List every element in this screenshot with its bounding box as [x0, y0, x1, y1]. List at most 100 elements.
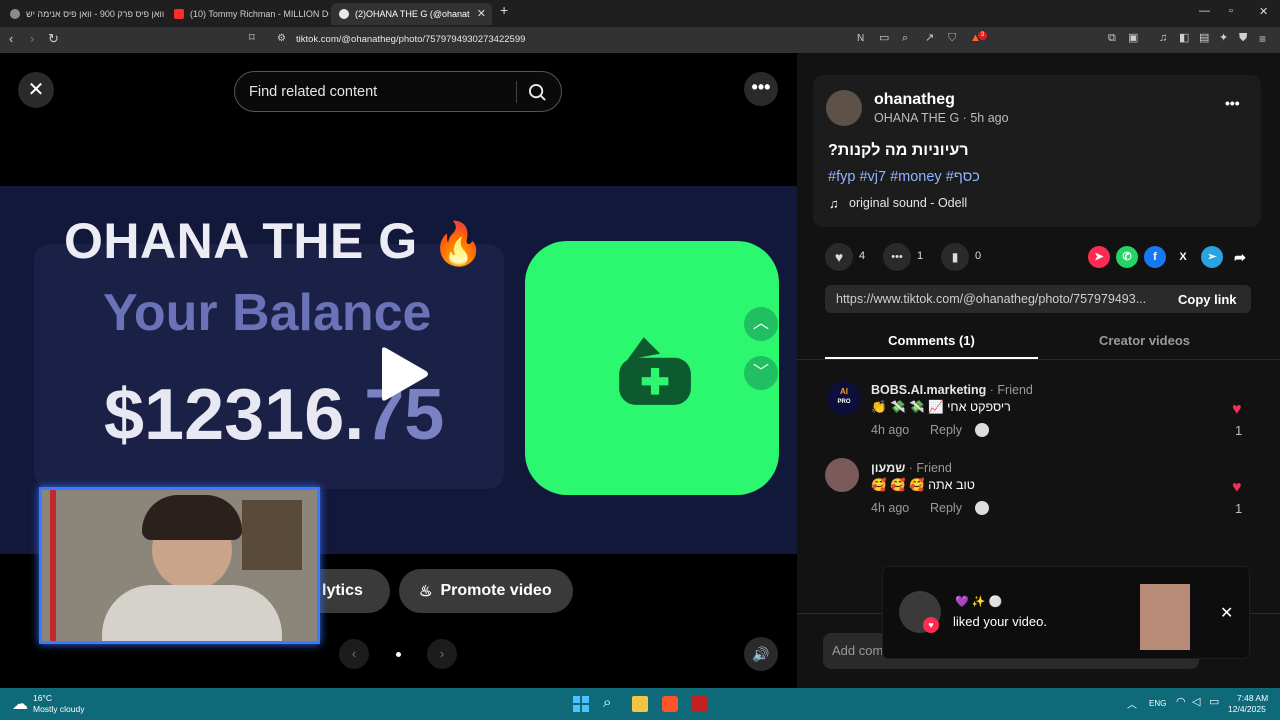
photo-balance-label: Your Balance — [103, 284, 432, 342]
sidebar-icon[interactable]: ◧ — [1179, 33, 1189, 44]
facebook-icon[interactable]: f — [1144, 246, 1166, 268]
promote-video-button[interactable]: ♨ Promote video — [399, 569, 573, 613]
new-tab-icon[interactable]: + — [500, 2, 508, 18]
start-icon[interactable] — [573, 696, 589, 712]
taskbar-search-icon[interactable]: ⌕ — [603, 694, 611, 711]
close-viewer-icon[interactable]: ✕ — [18, 72, 54, 108]
bookmark-icon[interactable]: ⌑ — [249, 33, 255, 44]
hashtag-vj7[interactable]: #vj7 — [859, 169, 886, 185]
leo-ai-icon[interactable]: ✦ — [1219, 33, 1228, 44]
username[interactable]: ohanatheg — [874, 91, 955, 109]
wallet-plus-icon — [619, 337, 691, 405]
telegram-icon[interactable]: ➢ — [1201, 246, 1223, 268]
tab-comments[interactable]: Comments (1) — [825, 333, 1038, 359]
browser-tab-bar: וואן פיס פרק 900 - וואן פיס אנימה יש (10… — [0, 0, 1280, 27]
more-options-icon[interactable]: ••• — [744, 72, 778, 106]
save-count: 0 — [975, 250, 982, 262]
search-input[interactable]: Find related content — [234, 71, 562, 112]
like-icon[interactable]: ♥ — [825, 243, 853, 271]
file-explorer-icon[interactable] — [632, 696, 648, 712]
like-notification[interactable]: ♥ 💜 ✨ ⚪ liked your video. ✕ — [882, 566, 1250, 659]
comment-icon[interactable]: ••• — [883, 243, 911, 271]
vpn-icon[interactable]: ⛊ — [1239, 33, 1247, 44]
close-tab-icon[interactable]: ✕ — [477, 7, 486, 20]
next-post-icon[interactable]: ﹀ — [744, 356, 778, 390]
comment-item: שמעון · Friend טוב אתה 🥰 🥰 🥰 4h ago Repl… — [797, 453, 1280, 523]
hashtag-fyp[interactable]: #fyp — [828, 169, 855, 185]
weather-temp: 16°C — [33, 693, 52, 703]
back-icon[interactable]: ‹ — [9, 32, 13, 45]
reload-icon[interactable]: ↻ — [48, 32, 59, 45]
wallet-app-logo — [525, 241, 779, 495]
reply-button[interactable]: Reply — [930, 501, 962, 515]
comment-avatar[interactable] — [825, 458, 859, 492]
copy-link-button[interactable]: Copy link — [1178, 292, 1237, 307]
extensions-icon[interactable]: ⧉ — [1108, 33, 1116, 44]
post-more-icon[interactable]: ••• — [1225, 95, 1240, 111]
photo-indicator-dot — [396, 652, 401, 657]
globe-icon — [10, 9, 20, 19]
comment-avatar[interactable]: AI PRO — [827, 381, 861, 415]
volume-tray-icon[interactable]: ◁ — [1192, 695, 1200, 708]
play-icon[interactable] — [378, 346, 430, 402]
comment-like-icon[interactable]: ♥ — [1232, 479, 1242, 497]
post-caption: רעיוניות מה לקנות? — [828, 142, 969, 159]
avatar[interactable] — [826, 90, 862, 126]
repost-icon[interactable]: ➤ — [1088, 246, 1110, 268]
x-icon[interactable]: X — [1172, 246, 1194, 268]
tab-creator-videos[interactable]: Creator videos — [1038, 333, 1251, 359]
video-app-icon[interactable] — [691, 696, 707, 712]
close-notification-icon[interactable]: ✕ — [1220, 603, 1233, 623]
tabs-divider — [797, 359, 1280, 360]
forward-icon[interactable]: › — [30, 32, 34, 45]
share-page-icon[interactable]: ↗ — [925, 33, 934, 44]
next-photo-icon[interactable]: › — [427, 639, 457, 669]
wallet-icon[interactable]: ▣ — [1128, 33, 1138, 44]
menu-icon[interactable]: ≡ — [1259, 33, 1266, 45]
brave-shield-icon[interactable]: ⛉ — [948, 33, 956, 44]
search-icon[interactable] — [528, 83, 547, 102]
tab-one-piece[interactable]: וואן פיס פרק 900 - וואן פיס אנימה יש — [2, 3, 164, 25]
share-icon[interactable]: ➦ — [1229, 246, 1251, 268]
prev-photo-icon[interactable]: ‹ — [339, 639, 369, 669]
tray-chevron-icon[interactable]: ︿ — [1127, 696, 1137, 711]
language-indicator[interactable]: ENG — [1149, 699, 1166, 708]
comment-text: טוב אתה 🥰 🥰 🥰 — [871, 478, 975, 492]
media-icon[interactable]: ♫ — [1159, 33, 1167, 44]
volume-icon[interactable]: 🔊 — [744, 637, 778, 671]
like-count: 4 — [859, 250, 866, 262]
window-close-icon[interactable]: ✕ — [1259, 5, 1268, 18]
comment-author[interactable]: BOBS.AI.marketing · Friend — [871, 381, 1033, 399]
hashtag-kesef[interactable]: #כסף — [946, 169, 980, 185]
tab-youtube[interactable]: (10) Tommy Richman - MILLION DOL — [166, 3, 329, 25]
minimize-icon[interactable]: — — [1199, 5, 1210, 17]
creator-liked-icon — [975, 501, 989, 515]
post-link[interactable]: https://www.tiktok.com/@ohanatheg/photo/… — [836, 292, 1146, 306]
zoom-icon[interactable]: ⌕ — [902, 33, 908, 44]
restore-icon[interactable]: ▫ — [1229, 5, 1233, 17]
comment-like-icon[interactable]: ♥ — [1232, 401, 1242, 419]
weather-desc: Mostly cloudy — [33, 704, 85, 714]
site-info-icon[interactable]: ⚙ — [277, 34, 286, 44]
weather-icon[interactable]: ☁ — [12, 694, 28, 714]
cast-icon[interactable]: ▭ — [879, 33, 889, 44]
brave-browser-icon[interactable] — [662, 696, 678, 712]
wifi-icon[interactable]: ◠ — [1176, 695, 1186, 708]
hashtag-money[interactable]: #money — [890, 169, 942, 185]
battery-icon[interactable]: ▭ — [1209, 695, 1219, 708]
wallet2-icon[interactable]: ▤ — [1199, 33, 1209, 44]
clock-time[interactable]: 7:48 AM — [1237, 693, 1268, 703]
notification-text: liked your video. — [953, 614, 1047, 629]
reply-button[interactable]: Reply — [930, 423, 962, 437]
sound-name[interactable]: original sound - Odell — [849, 196, 967, 210]
clock-date[interactable]: 12/4/2025 — [1228, 704, 1266, 714]
tab-tiktok[interactable]: (2)OHANA THE G (@ohanatheg) ✕ — [331, 3, 492, 25]
whatsapp-icon[interactable]: ✆ — [1116, 246, 1138, 268]
translate-icon[interactable]: N — [857, 34, 864, 44]
flame-icon: ♨ — [419, 583, 433, 600]
previous-post-icon[interactable]: ︿ — [744, 307, 778, 341]
comment-author[interactable]: שמעון · Friend — [871, 459, 952, 477]
save-icon[interactable]: ▮ — [941, 243, 969, 271]
photo-brand-text: OHANA THE G 🔥 — [64, 213, 485, 269]
url-field[interactable]: tiktok.com/@ohanatheg/photo/757979493027… — [296, 34, 525, 45]
